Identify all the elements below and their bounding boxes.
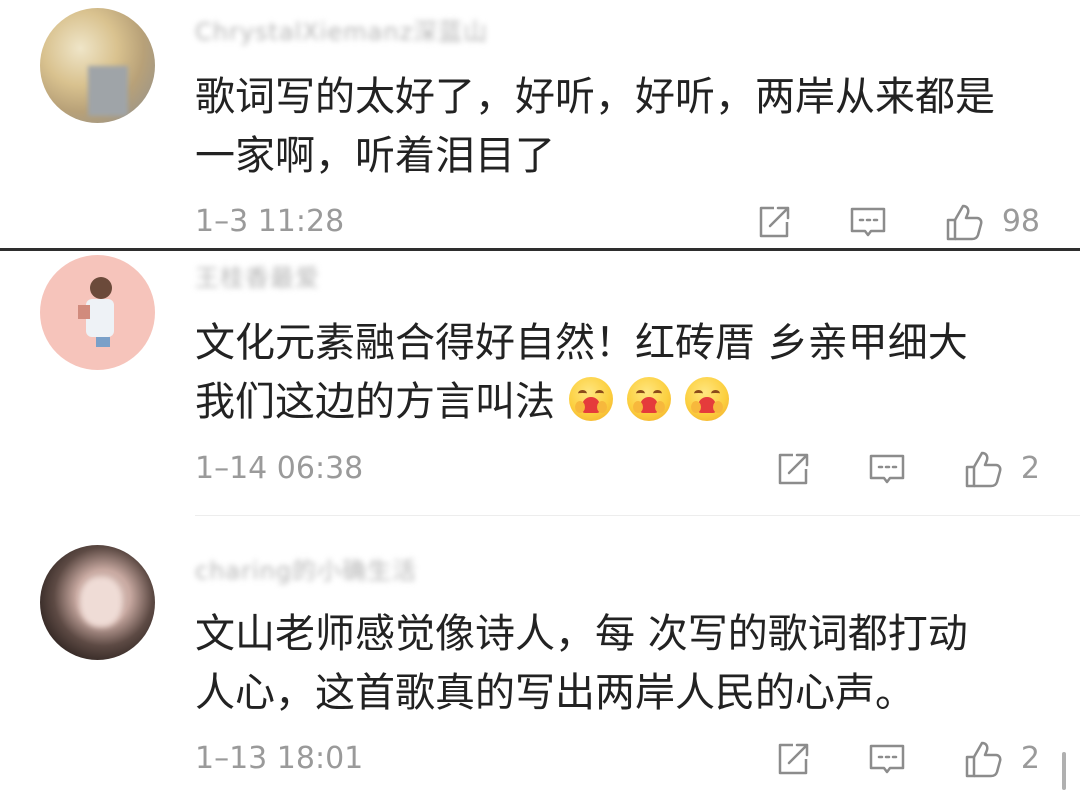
comment-meta: 1–3 11:28 98 xyxy=(195,202,1040,242)
share-icon[interactable] xyxy=(773,449,813,489)
avatar[interactable] xyxy=(40,8,155,123)
timestamp: 1–3 11:28 xyxy=(195,204,345,239)
comment-item: ChrystalXiemanz深蓝山 歌词写的太好了，好听，好听，两岸从来都是一… xyxy=(0,0,1080,250)
comment-text-line: 一家啊，听着泪目了 xyxy=(195,133,555,179)
comment-text: 文山老师感觉像诗人，每 次写的歌词都打动 人心，这首歌真的写出两岸人民的心声。 xyxy=(195,605,1055,723)
username[interactable]: 王桂香最爱 xyxy=(195,264,320,292)
like-count: 98 xyxy=(1001,204,1040,239)
comment-meta: 1–13 18:01 2 xyxy=(195,739,1040,779)
share-icon[interactable] xyxy=(773,739,813,779)
comment-actions: 2 xyxy=(773,739,1040,779)
comment-text-line: 文山老师感觉像诗人，每 次写的歌词都打动 xyxy=(195,611,968,657)
comment-item: 王桂香最爱 文化元素融合得好自然！红砖厝 乡亲甲细大 我们这边的方言叫法 1–14… xyxy=(0,250,1080,516)
username[interactable]: ChrystalXiemanz深蓝山 xyxy=(195,18,488,46)
scrollbar[interactable] xyxy=(1062,752,1066,790)
timestamp: 1–13 18:01 xyxy=(195,741,364,776)
reply-comment-icon[interactable] xyxy=(848,202,888,242)
comment-text-line: 人心，这首歌真的写出两岸人民的心声。 xyxy=(195,670,915,716)
reply-comment-icon[interactable] xyxy=(867,739,907,779)
hug-heart-emoji xyxy=(569,377,613,421)
comment-text-line: 我们这边的方言叫法 xyxy=(195,379,555,425)
avatar[interactable] xyxy=(40,255,155,370)
hug-heart-emoji xyxy=(627,377,671,421)
comment-actions: 98 xyxy=(754,202,1040,242)
reply-comment-icon[interactable] xyxy=(867,449,907,489)
comment-text: 歌词写的太好了，好听，好听，两岸从来都是 一家啊，听着泪目了 xyxy=(195,68,1055,186)
thumbs-up-icon[interactable] xyxy=(963,449,1003,489)
timestamp: 1–14 06:38 xyxy=(195,451,364,486)
thumbs-up-icon[interactable] xyxy=(963,739,1003,779)
comment-item: charing的小确生活 文山老师感觉像诗人，每 次写的歌词都打动 人心，这首歌真… xyxy=(0,515,1080,792)
thumbs-up-icon[interactable] xyxy=(944,202,984,242)
comment-text-line: 歌词写的太好了，好听，好听，两岸从来都是 xyxy=(195,74,995,120)
like-button[interactable]: 2 xyxy=(963,739,1040,779)
share-icon[interactable] xyxy=(754,202,794,242)
comments-page: ChrystalXiemanz深蓝山 歌词写的太好了，好听，好听，两岸从来都是一… xyxy=(0,0,1080,792)
comment-meta: 1–14 06:38 2 xyxy=(195,449,1040,489)
hug-heart-emoji xyxy=(685,377,729,421)
comment-text-line: 文化元素融合得好自然！红砖厝 乡亲甲细大 xyxy=(195,320,968,366)
avatar[interactable] xyxy=(40,545,155,660)
like-count: 2 xyxy=(1020,451,1040,486)
like-button[interactable]: 98 xyxy=(944,202,1040,242)
like-button[interactable]: 2 xyxy=(963,449,1040,489)
like-count: 2 xyxy=(1020,741,1040,776)
comment-text: 文化元素融合得好自然！红砖厝 乡亲甲细大 我们这边的方言叫法 xyxy=(195,314,1055,432)
username[interactable]: charing的小确生活 xyxy=(195,557,417,585)
comment-actions: 2 xyxy=(773,449,1040,489)
